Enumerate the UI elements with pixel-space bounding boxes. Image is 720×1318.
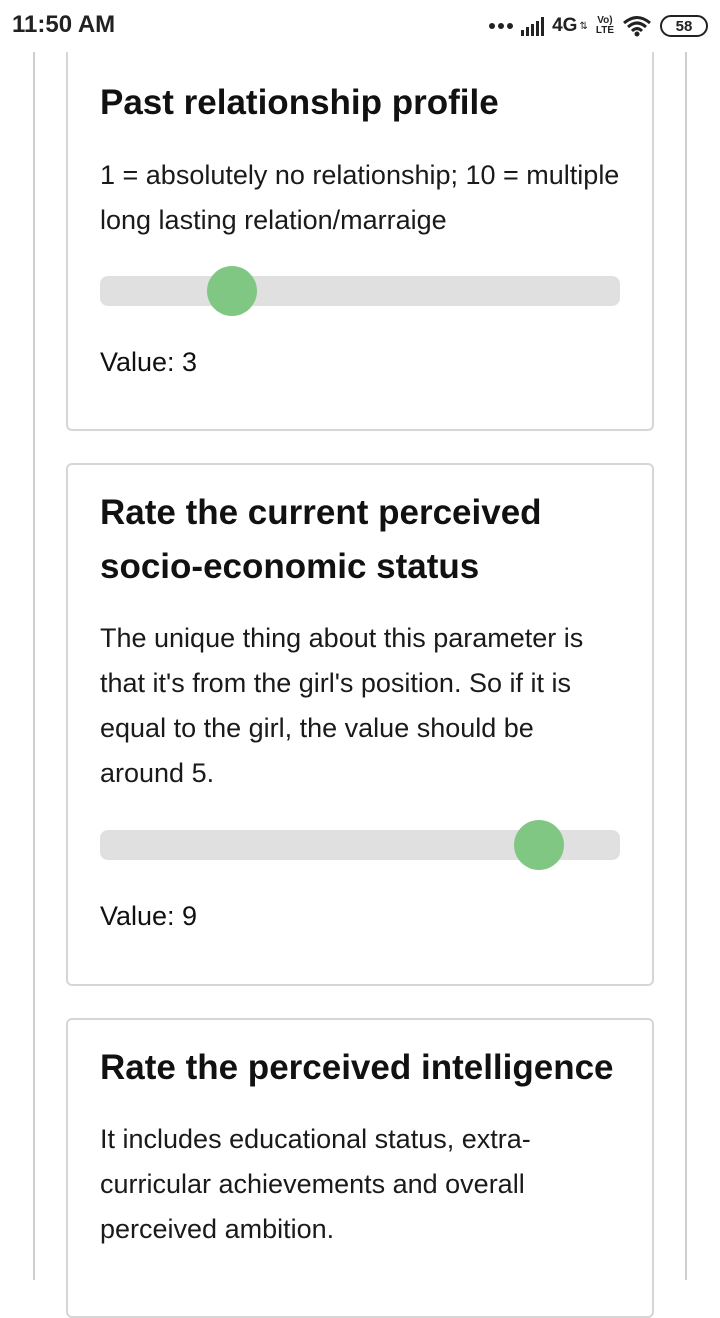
question-card-relationship: Past relationship profile 1 = absolutely… <box>66 52 654 431</box>
card-description: 1 = absolutely no relationship; 10 = mul… <box>100 160 620 235</box>
data-arrows-icon: ⇅ <box>579 20 588 32</box>
card-title: Past relationship profile <box>100 83 499 122</box>
container-border-left <box>33 52 35 1280</box>
card-title: Rate the current perceived socio-economi… <box>100 493 542 586</box>
slider-track[interactable] <box>100 276 620 306</box>
wifi-icon <box>623 16 651 37</box>
slider-thumb[interactable] <box>513 820 564 870</box>
container-border-right <box>685 52 687 1280</box>
rating-slider[interactable] <box>100 820 620 870</box>
battery-icon: 58 <box>660 15 708 37</box>
status-icons: 4G ⇅ Vo) LTE 58 <box>489 10 708 42</box>
slider-value: Value: 9 <box>100 901 198 931</box>
question-card-intelligence: Rate the perceived intelligence It inclu… <box>66 1018 654 1318</box>
status-bar: 11:50 AM 4G ⇅ Vo) LTE 58 <box>0 0 720 52</box>
slider-thumb[interactable] <box>207 266 258 316</box>
network-type: 4G <box>552 15 578 36</box>
card-description: The unique thing about this parameter is… <box>100 623 584 788</box>
battery-level: 58 <box>675 17 693 35</box>
more-dots-icon <box>489 23 514 29</box>
card-description: It includes educational status, extra-cu… <box>100 1124 531 1244</box>
volte-icon: Vo) LTE <box>595 15 614 36</box>
card-title: Rate the perceived intelligence <box>100 1048 614 1087</box>
signal-icon <box>521 16 545 36</box>
rating-slider[interactable] <box>100 266 620 316</box>
slider-value: Value: 3 <box>100 347 198 377</box>
status-time: 11:50 AM <box>12 11 116 38</box>
question-card-socio-economic: Rate the current perceived socio-economi… <box>66 463 654 986</box>
